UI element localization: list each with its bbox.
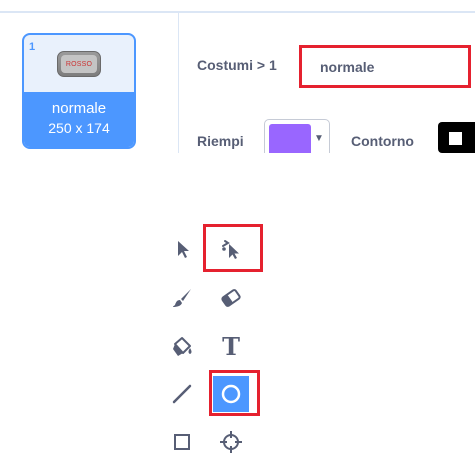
- fill-color-swatch: [269, 124, 311, 153]
- eraser-icon[interactable]: [213, 280, 249, 316]
- reshape-tool-highlight: [203, 224, 263, 272]
- costume-card-size: 250 x 174: [48, 120, 110, 136]
- select-icon[interactable]: [164, 231, 200, 267]
- line-icon[interactable]: [164, 376, 200, 412]
- outline-color-inner: [449, 132, 462, 145]
- rectangle-icon[interactable]: [164, 424, 200, 460]
- costume-name-input[interactable]: [299, 45, 471, 88]
- outline-color-picker[interactable]: [438, 122, 475, 153]
- fill-color-picker[interactable]: ▼: [264, 119, 330, 153]
- top-divider: [0, 11, 475, 13]
- chevron-down-icon: ▼: [314, 133, 324, 144]
- costume-card-footer: normale 250 x 174: [24, 92, 134, 147]
- costume-label: Costumi > 1: [197, 57, 277, 73]
- text-icon[interactable]: T: [213, 329, 249, 365]
- costume-thumbnail: ROSSO: [57, 51, 101, 77]
- costume-number: 1: [29, 41, 36, 53]
- thumbnail-label: ROSSO: [65, 60, 93, 68]
- brush-icon[interactable]: [164, 280, 200, 316]
- target-icon[interactable]: [213, 424, 249, 460]
- text-tool-glyph: T: [222, 332, 240, 361]
- circle-tool-highlight: [209, 370, 260, 416]
- costume-card[interactable]: 1 ROSSO normale 250 x 174: [22, 33, 136, 149]
- costume-card-name: normale: [51, 100, 107, 117]
- fill-label: Riempi: [197, 133, 244, 149]
- vertical-divider: [178, 11, 179, 153]
- costume-editor-header: 1 ROSSO normale 250 x 174 Costumi > 1 Ri…: [0, 0, 475, 153]
- fill-icon[interactable]: [164, 329, 200, 365]
- outline-label: Contorno: [351, 133, 414, 149]
